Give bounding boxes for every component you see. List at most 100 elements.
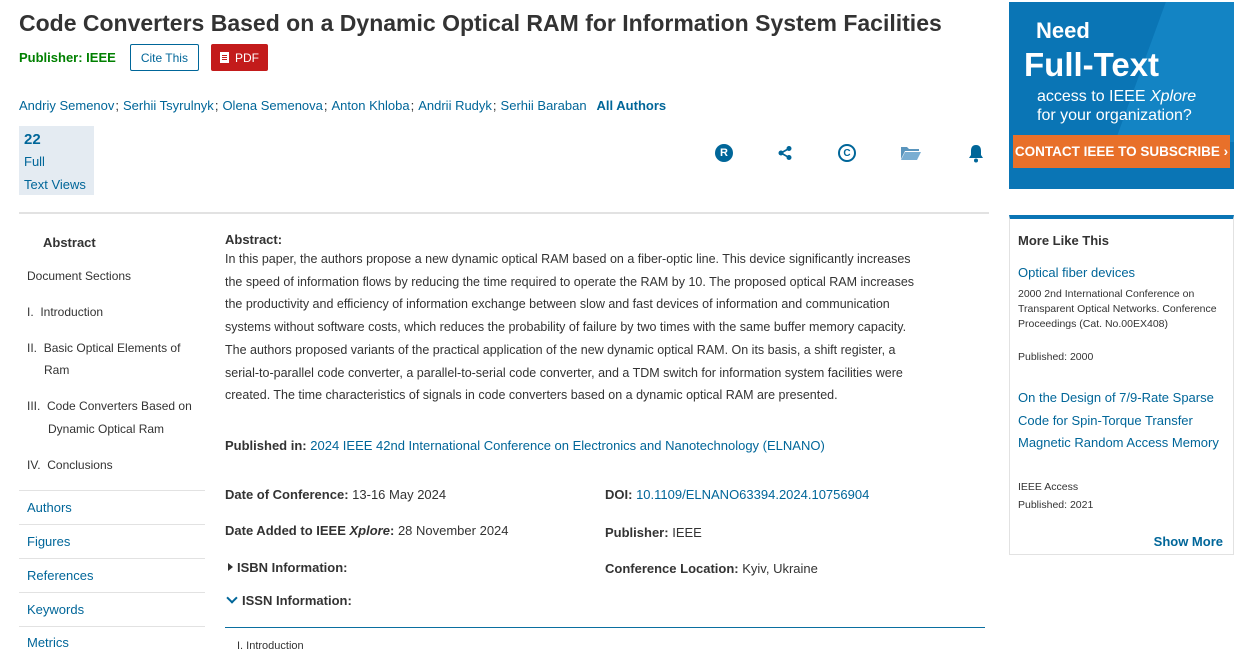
nav-metrics[interactable]: Metrics bbox=[27, 635, 69, 650]
abstract-line: systems without software costs, which re… bbox=[225, 320, 907, 335]
doi-link[interactable]: 10.1109/ELNANO63394.2024.10756904 bbox=[636, 487, 869, 502]
author-link[interactable]: Olena Semenova bbox=[222, 98, 322, 113]
date-added-value: 28 November 2024 bbox=[397, 523, 509, 538]
author-separator: ; bbox=[492, 98, 497, 113]
more-like-this-heading: More Like This bbox=[1018, 233, 1110, 248]
issn-label: ISSN Information: bbox=[242, 593, 352, 608]
abstract-line: the productivity and efficiency of infor… bbox=[225, 297, 890, 312]
subscribe-ad[interactable]: Need Full-Text access to IEEE Xplore for… bbox=[1009, 2, 1234, 189]
views-count: 22 bbox=[24, 131, 41, 148]
publisher-meta-value: IEEE bbox=[672, 525, 702, 540]
chevron-down-icon bbox=[226, 592, 238, 604]
related-article-link[interactable]: On the Design of 7/9-Rate Sparse Code fo… bbox=[1018, 387, 1228, 455]
pdf-label: PDF bbox=[234, 50, 259, 65]
show-more-link[interactable]: Show More bbox=[1154, 534, 1223, 549]
alert-bell-icon[interactable] bbox=[966, 143, 986, 163]
author-link[interactable]: Serhii Baraban bbox=[501, 98, 587, 113]
conference-location-value: Kyiv, Ukraine bbox=[742, 561, 818, 576]
related-article-source: 2000 2nd International Conference on Tra… bbox=[1018, 288, 1217, 330]
document-sections-heading: Document Sections bbox=[27, 269, 132, 283]
section-title-continued[interactable]: Ram bbox=[44, 359, 69, 381]
related-article-source: IEEE Access bbox=[1018, 481, 1079, 493]
nav-divider bbox=[19, 490, 205, 491]
contact-subscribe-button[interactable]: CONTACT IEEE TO SUBSCRIBE › bbox=[1013, 135, 1230, 168]
section-title: Code Converters Based on bbox=[47, 399, 192, 413]
section-heading-introduction: I. Introduction bbox=[237, 640, 304, 650]
views-label: Full bbox=[24, 154, 45, 169]
nav-figures[interactable]: Figures bbox=[27, 534, 70, 549]
folder-icon[interactable] bbox=[900, 143, 922, 163]
date-of-conference: Date of Conference: 13-16 May 2024 bbox=[225, 487, 446, 502]
doi-label: DOI: bbox=[605, 487, 633, 502]
nav-divider bbox=[19, 524, 205, 525]
related-article-published: Published: 2000 bbox=[1018, 351, 1094, 363]
doi: DOI: 10.1109/ELNANO63394.2024.10756904 bbox=[605, 487, 869, 502]
nav-keywords[interactable]: Keywords bbox=[27, 602, 84, 617]
published-in-label: Published in: bbox=[225, 438, 307, 453]
ad-line-1: access to IEEE Xplore bbox=[1037, 88, 1197, 105]
ad-line-2: for your organization? bbox=[1037, 107, 1192, 124]
copyright-icon-glyph: C bbox=[838, 144, 856, 162]
date-of-conference-value: 13-16 May 2024 bbox=[352, 487, 447, 502]
nav-section-code-converters[interactable]: III. Code Converters Based on bbox=[27, 395, 192, 417]
pdf-icon bbox=[219, 52, 229, 63]
full-text-views-badge[interactable]: 22 Full Text Views bbox=[19, 126, 94, 195]
author-link[interactable]: Andrii Rudyk bbox=[418, 98, 492, 113]
section-number: I. bbox=[27, 305, 34, 319]
ad-full-text: Full-Text bbox=[1024, 46, 1160, 83]
related-article-link[interactable]: Optical fiber devices bbox=[1018, 262, 1228, 285]
nav-references[interactable]: References bbox=[27, 568, 93, 583]
nav-section-basic-optical-elements[interactable]: II. Basic Optical Elements of bbox=[27, 337, 180, 359]
author-separator: ; bbox=[214, 98, 219, 113]
nav-divider bbox=[19, 626, 205, 627]
main-content: Code Converters Based on a Dynamic Optic… bbox=[0, 0, 1000, 650]
copyright-icon[interactable]: C bbox=[837, 143, 857, 163]
section-divider bbox=[225, 627, 985, 628]
published-in-link[interactable]: 2024 IEEE 42nd International Conference … bbox=[310, 438, 825, 453]
section-number: III. bbox=[27, 399, 41, 413]
author-link[interactable]: Serhii Tsyrulnyk bbox=[123, 98, 214, 113]
rights-icon[interactable]: R bbox=[714, 143, 734, 163]
section-title: Conclusions bbox=[47, 458, 113, 472]
nav-divider bbox=[19, 558, 205, 559]
nav-abstract[interactable]: Abstract bbox=[43, 235, 96, 250]
section-title-continued[interactable]: Dynamic Optical Ram bbox=[48, 418, 164, 440]
share-icon[interactable] bbox=[775, 143, 795, 163]
author-link[interactable]: Andriy Semenov bbox=[19, 98, 114, 113]
header-divider bbox=[19, 212, 989, 214]
cite-this-button[interactable]: Cite This bbox=[129, 44, 199, 71]
author-list: Andriy Semenov; Serhii Tsyrulnyk; Olena … bbox=[19, 98, 666, 113]
conference-location: Conference Location: Kyiv, Ukraine bbox=[605, 561, 818, 576]
abstract-line: created. The time characteristics of sig… bbox=[225, 388, 838, 403]
abstract-line: the speed of information flows by reduci… bbox=[225, 274, 915, 289]
publisher-label: Publisher: IEEE bbox=[19, 50, 116, 65]
author-link[interactable]: Anton Khloba bbox=[332, 98, 410, 113]
section-title: Introduction bbox=[40, 305, 104, 319]
nav-authors[interactable]: Authors bbox=[27, 500, 72, 515]
article-title: Code Converters Based on a Dynamic Optic… bbox=[19, 10, 942, 36]
isbn-toggle[interactable]: ISBN Information: bbox=[228, 560, 348, 575]
abstract-body: In this paper, the authors propose a new… bbox=[225, 248, 973, 407]
section-title: Basic Optical Elements of bbox=[43, 341, 181, 355]
all-authors-link[interactable]: All Authors bbox=[597, 98, 667, 113]
issn-toggle[interactable]: ISSN Information: bbox=[226, 592, 352, 608]
nav-section-conclusions[interactable]: IV. Conclusions bbox=[27, 454, 113, 476]
rights-icon-glyph: R bbox=[715, 144, 733, 162]
date-of-conference-label: Date of Conference: bbox=[225, 487, 349, 502]
ad-need: Need bbox=[1036, 18, 1090, 43]
pdf-button[interactable]: PDF bbox=[210, 44, 268, 71]
date-added: Date Added to IEEE Xplore: 28 November 2… bbox=[225, 523, 509, 538]
author-separator: ; bbox=[323, 98, 328, 113]
published-in: Published in: 2024 IEEE 42nd Internation… bbox=[225, 438, 825, 453]
abstract-heading: Abstract: bbox=[225, 232, 283, 247]
abstract-section: Abstract: In this paper, the authors pro… bbox=[225, 231, 973, 407]
isbn-label: ISBN Information: bbox=[237, 560, 348, 575]
nav-section-introduction[interactable]: I. Introduction bbox=[27, 301, 103, 323]
date-added-label: Date Added to IEEE Xplore: bbox=[225, 523, 395, 538]
author-separator: ; bbox=[115, 98, 120, 113]
more-like-this-panel: More Like This Optical fiber devices 200… bbox=[1009, 215, 1234, 555]
abstract-line: The authors proposed variants of the pra… bbox=[225, 342, 896, 357]
abstract-line: serial-to-parallel code converter, a par… bbox=[225, 365, 903, 380]
section-number: II. bbox=[27, 341, 38, 355]
publisher-meta-label: Publisher: bbox=[605, 525, 669, 540]
